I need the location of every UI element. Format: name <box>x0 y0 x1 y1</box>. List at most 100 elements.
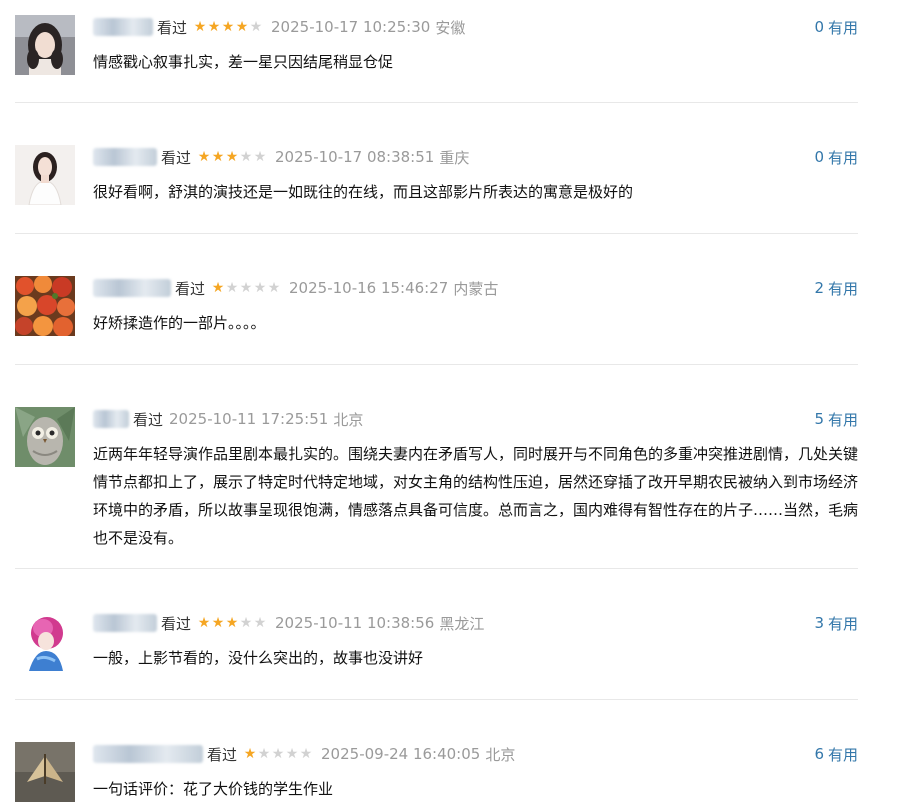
username-blurred[interactable] <box>93 148 157 166</box>
star-icon: ★ <box>271 746 285 762</box>
useful-count: 0 <box>814 148 824 166</box>
comment-text: 好矫揉造作的一部片。。。。 <box>93 314 266 332</box>
divider <box>15 568 858 569</box>
watch-status: 看过 <box>157 18 188 37</box>
star-icon: ★ <box>239 149 253 165</box>
divider <box>15 364 858 365</box>
star-icon: ★ <box>257 746 271 762</box>
useful-button[interactable]: 有用 <box>828 613 858 634</box>
useful-count: 0 <box>814 18 824 36</box>
star-icon: ★ <box>197 149 211 165</box>
star-icon: ★ <box>225 615 239 631</box>
rating-stars: ★ ★ ★ ★ ★ <box>211 281 281 295</box>
star-icon: ★ <box>253 615 267 631</box>
useful-count: 5 <box>814 410 824 428</box>
username-blurred[interactable] <box>93 18 153 36</box>
star-icon: ★ <box>239 615 253 631</box>
useful-count: 3 <box>814 614 824 632</box>
rating-stars: ★ ★ ★ ★ ★ <box>197 150 267 164</box>
comment-time: 2025-10-17 10:25:30 <box>271 18 431 36</box>
star-icon: ★ <box>239 280 253 296</box>
avatar-photo-girl <box>15 15 75 75</box>
comment-text: 一般，上影节看的，没什么突出的，故事也没讲好 <box>93 649 424 667</box>
rating-stars: ★ ★ ★ ★ ★ <box>197 616 267 630</box>
watch-status: 看过 <box>133 410 164 429</box>
comment-meta: 看过 ★ ★ ★ ★ ★ 2025-10-17 10:25:30 安徽 <box>93 15 465 39</box>
comment-location: 北京 <box>485 745 516 764</box>
star-icon: ★ <box>285 746 299 762</box>
star-icon: ★ <box>225 280 239 296</box>
user-avatar[interactable] <box>15 145 75 205</box>
useful-button[interactable]: 有用 <box>828 147 858 168</box>
star-icon: ★ <box>235 19 249 35</box>
divider <box>15 699 858 700</box>
comment-meta: 看过 ★ ★ ★ ★ ★ 2025-10-17 08:38:51 重庆 <box>93 145 469 169</box>
star-icon: ★ <box>253 280 267 296</box>
useful-count: 2 <box>814 279 824 297</box>
useful-vote[interactable]: 3 有用 <box>814 611 858 635</box>
useful-vote[interactable]: 0 有用 <box>814 15 858 39</box>
comment-location: 北京 <box>333 410 364 429</box>
star-icon: ★ <box>193 19 207 35</box>
useful-button[interactable]: 有用 <box>828 17 858 38</box>
comment-text: 情感戳心叙事扎实，差一星只因结尾稍显仓促 <box>93 53 394 71</box>
star-icon: ★ <box>211 280 225 296</box>
comment-text: 近两年年轻导演作品里剧本最扎实的。围绕夫妻内在矛盾写人，同时展开与不同角色的多重… <box>93 445 859 547</box>
user-avatar[interactable] <box>15 611 75 671</box>
useful-vote[interactable]: 6 有用 <box>814 742 858 766</box>
useful-vote[interactable]: 2 有用 <box>814 276 858 300</box>
comment-time: 2025-10-11 10:38:56 <box>275 614 435 632</box>
user-avatar[interactable] <box>15 407 75 467</box>
comment-meta: 看过 2025-10-11 17:25:51 北京 <box>93 407 363 431</box>
user-avatar[interactable] <box>15 276 75 336</box>
useful-count: 6 <box>814 745 824 763</box>
rating-stars: ★ ★ ★ ★ ★ <box>193 20 263 34</box>
comment-location: 内蒙古 <box>453 279 499 298</box>
star-icon: ★ <box>211 615 225 631</box>
username-blurred[interactable] <box>93 279 171 297</box>
comment-meta: 看过 ★ ★ ★ ★ ★ 2025-10-16 15:46:27 内蒙古 <box>93 276 498 300</box>
comment-time: 2025-10-17 08:38:51 <box>275 148 435 166</box>
star-icon: ★ <box>249 19 263 35</box>
avatar-photo-woman-white <box>15 145 75 205</box>
watch-status: 看过 <box>175 279 206 298</box>
watch-status: 看过 <box>161 148 192 167</box>
useful-button[interactable]: 有用 <box>828 744 858 765</box>
comment-time: 2025-10-11 17:25:51 <box>169 410 329 428</box>
divider <box>15 102 858 103</box>
comment-text: 一句话评价：花了大价钱的学生作业 <box>93 780 334 798</box>
comment-meta: 看过 ★ ★ ★ ★ ★ 2025-09-24 16:40:05 北京 <box>93 742 515 766</box>
comment-location: 黑龙江 <box>439 614 485 633</box>
comment-meta: 看过 ★ ★ ★ ★ ★ 2025-10-11 10:38:56 黑龙江 <box>93 611 484 635</box>
useful-button[interactable]: 有用 <box>828 409 858 430</box>
user-avatar[interactable] <box>15 742 75 802</box>
useful-vote[interactable]: 5 有用 <box>814 407 858 431</box>
star-icon: ★ <box>243 746 257 762</box>
avatar-illustration-pink-hair <box>15 611 75 671</box>
useful-vote[interactable]: 0 有用 <box>814 145 858 169</box>
user-avatar[interactable] <box>15 15 75 75</box>
star-icon: ★ <box>225 149 239 165</box>
comment-location: 安徽 <box>435 18 466 37</box>
star-icon: ★ <box>299 746 313 762</box>
star-icon: ★ <box>197 615 211 631</box>
star-icon: ★ <box>253 149 267 165</box>
useful-button[interactable]: 有用 <box>828 278 858 299</box>
star-icon: ★ <box>221 19 235 35</box>
username-blurred[interactable] <box>93 614 157 632</box>
comment-time: 2025-10-16 15:46:27 <box>289 279 449 297</box>
comment-time: 2025-09-24 16:40:05 <box>321 745 481 763</box>
watch-status: 看过 <box>161 614 192 633</box>
star-icon: ★ <box>211 149 225 165</box>
username-blurred[interactable] <box>93 410 129 428</box>
star-icon: ★ <box>267 280 281 296</box>
username-blurred[interactable] <box>93 745 203 763</box>
avatar-illustration-owl <box>15 407 75 467</box>
rating-stars: ★ ★ ★ ★ ★ <box>243 747 313 761</box>
comment-location: 重庆 <box>439 148 470 167</box>
watch-status: 看过 <box>207 745 238 764</box>
avatar-photo-fruit <box>15 276 75 336</box>
divider <box>15 233 858 234</box>
comment-text: 很好看啊，舒淇的演技还是一如既往的在线，而且这部影片所表达的寓意是极好的 <box>93 183 634 201</box>
avatar-photo-moth <box>15 742 75 802</box>
